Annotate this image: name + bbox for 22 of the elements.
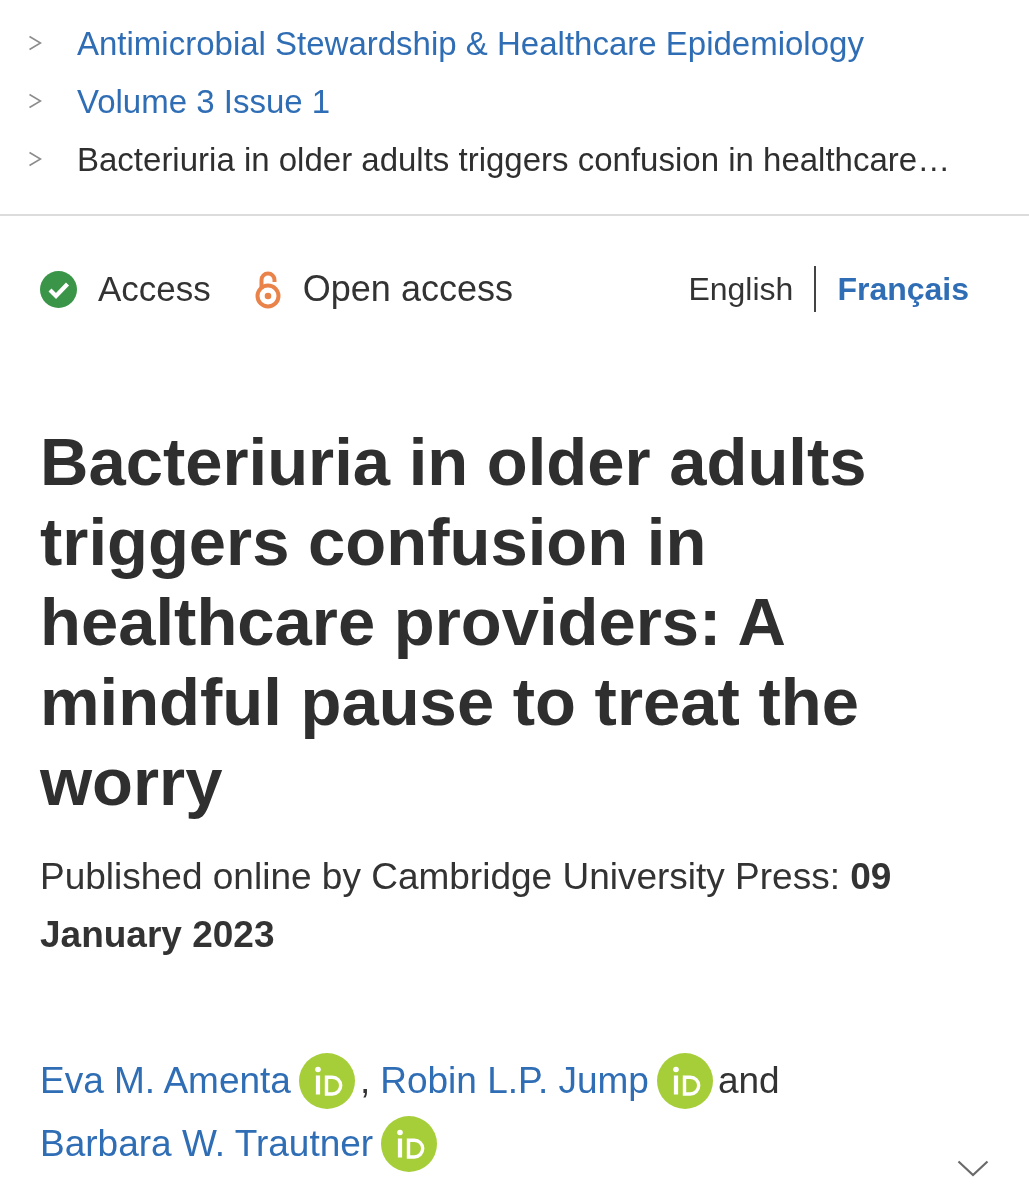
- language-link[interactable]: English: [688, 265, 794, 313]
- author-link[interactable]: Barbara W. Trautner: [40, 1115, 374, 1172]
- id-badge-icon[interactable]: [381, 1115, 438, 1172]
- chevron-down-icon[interactable]: [957, 1160, 989, 1177]
- check-circle-icon: [40, 270, 77, 308]
- chevron-right-icon: [28, 35, 42, 51]
- author-separator: and: [717, 1058, 780, 1103]
- open-access-label: Open access: [302, 267, 513, 311]
- breadcrumb-link[interactable]: Antimicrobial Stewardship & Healthcare Epidemiology: [77, 26, 864, 60]
- id-badge-icon[interactable]: [298, 1052, 355, 1109]
- language-link[interactable]: Français: [837, 265, 969, 313]
- author-link[interactable]: Robin L.P. Jump: [380, 1052, 649, 1109]
- author-separator: ,: [359, 1058, 371, 1103]
- breadcrumb-current: Bacteriuria in older adults triggers confusion in healthcare…: [77, 142, 951, 176]
- article-title: Bacteriuria in older adults triggers confusion in healthcare providers: A mindful pause to treat the worry: [40, 423, 868, 821]
- chevron-right-icon: [28, 93, 42, 109]
- chevron-right-icon: [28, 151, 42, 167]
- id-badge-icon[interactable]: [656, 1052, 713, 1109]
- author-link[interactable]: Eva M. Amenta: [40, 1052, 291, 1109]
- publication-info: Published online by Cambridge University Press: 09 January 2023: [40, 855, 893, 957]
- access-label: Access: [98, 267, 211, 310]
- breadcrumb-link[interactable]: Volume 3 Issue 1: [77, 84, 331, 118]
